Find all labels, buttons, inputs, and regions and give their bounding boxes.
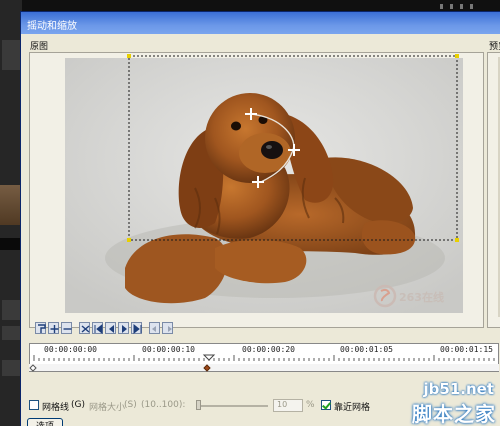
rotate-right-icon[interactable] xyxy=(162,322,173,334)
current-keyframe-icon[interactable] xyxy=(203,364,211,372)
start-keyframe-icon[interactable] xyxy=(29,364,37,372)
preview-label: 预览 xyxy=(489,42,500,52)
site-watermark-domain: jb51.net xyxy=(423,380,494,398)
grid-checkbox-label: 网格线 xyxy=(42,403,70,413)
swap-icon[interactable] xyxy=(79,322,90,334)
background-bar xyxy=(0,238,22,250)
next-keyframe-icon[interactable] xyxy=(118,322,129,334)
handle-bottom-left[interactable] xyxy=(127,238,131,242)
minus-icon[interactable] xyxy=(61,322,72,334)
title-bar[interactable]: 摇动和缩放 xyxy=(21,12,500,34)
playhead-marker xyxy=(202,354,216,361)
grid-size-slider-thumb[interactable] xyxy=(196,400,201,410)
handle-bottom-right[interactable] xyxy=(455,238,459,242)
photo-watermark: 263在线 xyxy=(399,291,444,304)
site-watermark: jb51.net 脚本之家 xyxy=(396,378,500,426)
keyframe-toolbar xyxy=(35,322,173,336)
grid-hotkey: (G) xyxy=(71,400,85,410)
handle-top-left[interactable] xyxy=(127,54,131,58)
grid-size-unit: % xyxy=(306,400,315,410)
add-keyframe-icon[interactable] xyxy=(35,322,46,334)
zoom-frame-border[interactable] xyxy=(128,55,458,241)
snap-to-grid-label: 靠近网格 xyxy=(334,403,371,413)
grid-size-label: 网格大小 xyxy=(89,403,126,413)
background-thumbnail xyxy=(0,185,22,225)
options-button[interactable]: 选项 xyxy=(27,418,63,426)
grid-checkbox[interactable] xyxy=(29,400,39,410)
site-watermark-name: 脚本之家 xyxy=(412,402,496,426)
grid-size-spinner[interactable]: 10 xyxy=(273,399,303,412)
previous-keyframe-icon[interactable] xyxy=(105,322,116,334)
grid-size-hotkey: (S) xyxy=(124,400,137,410)
zoom-frame[interactable] xyxy=(119,48,464,243)
first-keyframe-icon[interactable] xyxy=(92,322,103,335)
grid-size-range: (10..100): xyxy=(141,400,186,410)
grid-size-slider-track[interactable] xyxy=(198,405,268,407)
last-keyframe-icon[interactable] xyxy=(131,322,142,335)
keyframe-track[interactable] xyxy=(29,364,499,372)
rotate-left-icon[interactable] xyxy=(149,322,160,334)
snap-to-grid-checkbox[interactable] xyxy=(321,400,331,410)
original-label: 原图 xyxy=(30,42,49,52)
plus-icon[interactable] xyxy=(48,322,59,334)
window-title: 摇动和缩放 xyxy=(27,21,77,32)
handle-top-right[interactable] xyxy=(455,54,459,58)
pan-zoom-dialog: 摇动和缩放 原图 预览 xyxy=(20,11,500,426)
